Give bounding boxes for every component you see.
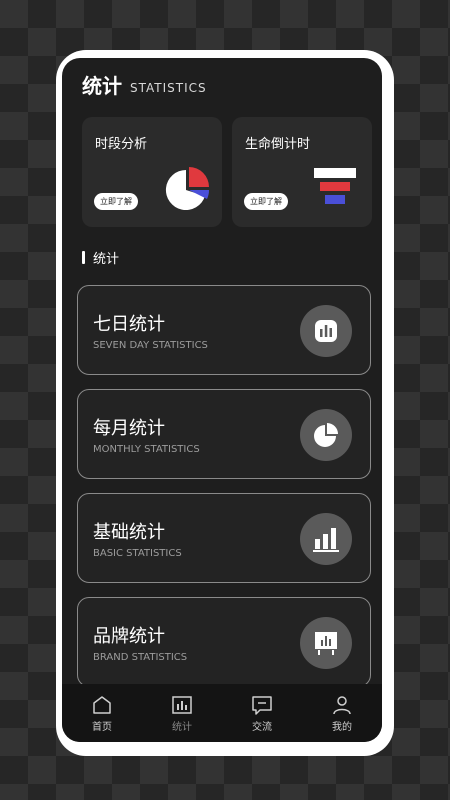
item-title: 基础统计	[93, 522, 165, 543]
section-title: 统计	[93, 252, 120, 267]
section-label: 统计	[82, 248, 119, 267]
section-marker	[82, 251, 85, 264]
page-subtitle: STATISTICS	[130, 81, 207, 95]
tab-label: 统计	[172, 722, 192, 733]
item-title: 每月统计	[93, 418, 165, 439]
chart-icon	[172, 696, 192, 714]
item-subtitle: SEVEN DAY STATISTICS	[93, 340, 208, 351]
stat-item-monthly[interactable]: 每月统计 MONTHLY STATISTICS	[77, 389, 371, 479]
learn-more-button[interactable]: 立即了解	[94, 193, 138, 210]
page-title: 统计	[82, 74, 122, 98]
item-subtitle: BRAND STATISTICS	[93, 652, 188, 663]
board-chart-icon	[315, 632, 337, 655]
card-time-analysis[interactable]: 时段分析 立即了解	[82, 117, 222, 227]
tab-label: 交流	[252, 722, 272, 733]
bars-icon	[314, 168, 356, 204]
stat-item-basic[interactable]: 基础统计 BASIC STATISTICS	[77, 493, 371, 583]
item-title: 七日统计	[93, 314, 165, 335]
message-icon	[252, 696, 272, 715]
learn-more-button[interactable]: 立即了解	[244, 193, 288, 210]
pie-chart-icon	[165, 167, 210, 210]
card-title: 时段分析	[95, 137, 148, 152]
bottom-tab-bar: 首页 统计 交流 我的	[62, 684, 382, 742]
tab-label: 首页	[92, 722, 112, 733]
item-title: 品牌统计	[93, 626, 165, 647]
item-subtitle: BASIC STATISTICS	[93, 548, 182, 559]
column-chart-icon	[313, 528, 339, 552]
item-icon-circle	[300, 305, 352, 357]
home-icon	[93, 696, 111, 714]
card-title: 生命倒计时	[245, 137, 311, 152]
item-subtitle: MONTHLY STATISTICS	[93, 444, 200, 455]
item-icon-circle	[300, 513, 352, 565]
tab-statistics[interactable]: 统计	[142, 684, 222, 742]
bar-chart-icon	[315, 320, 337, 342]
stat-item-seven-day[interactable]: 七日统计 SEVEN DAY STATISTICS	[77, 285, 371, 375]
card-life-countdown[interactable]: 生命倒计时 立即了解	[232, 117, 372, 227]
tab-mine[interactable]: 我的	[302, 684, 382, 742]
item-icon-circle	[300, 409, 352, 461]
stat-item-brand[interactable]: 品牌统计 BRAND STATISTICS	[77, 597, 371, 687]
tab-label: 我的	[332, 722, 352, 733]
item-icon-circle	[300, 617, 352, 669]
tab-communicate[interactable]: 交流	[222, 684, 302, 742]
tab-home[interactable]: 首页	[62, 684, 142, 742]
page-header: 统计 STATISTICS	[82, 74, 207, 98]
pie-icon	[314, 423, 338, 447]
user-icon	[333, 696, 351, 715]
app-screen: 统计 STATISTICS 时段分析 立即了解 生命倒计时 立即了解 统计 七日…	[62, 58, 382, 742]
